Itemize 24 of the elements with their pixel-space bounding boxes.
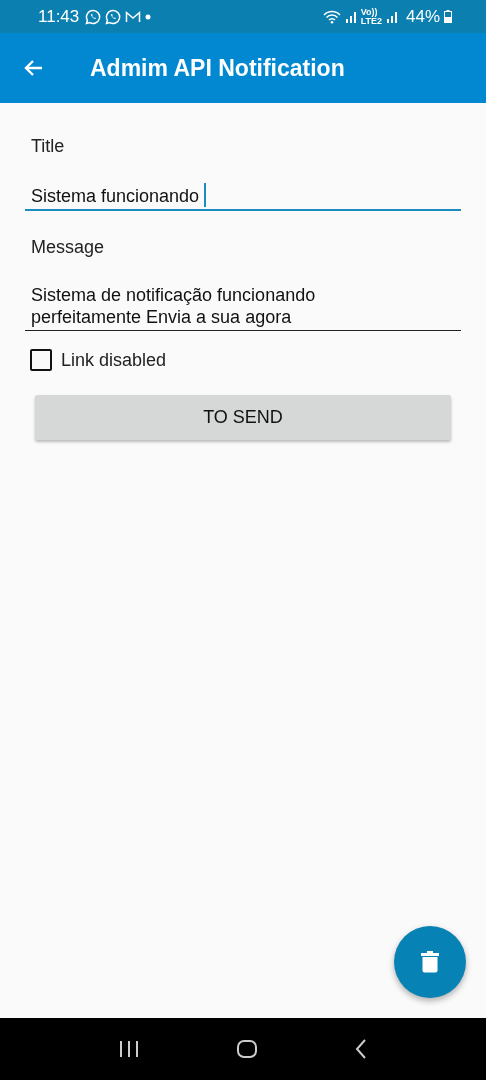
- status-time: 11:43: [38, 6, 80, 27]
- battery-level: 44%: [405, 6, 440, 27]
- signal-icon: [344, 10, 357, 23]
- field-label: Title: [30, 136, 66, 157]
- chat-icon: [85, 8, 102, 25]
- app-title: Admim API Notification: [90, 54, 345, 82]
- chat-icon: [105, 8, 122, 25]
- mail-icon: [125, 9, 142, 24]
- volte-indicator: Vo)) LTE2: [360, 7, 382, 26]
- home-icon[interactable]: [236, 1038, 258, 1060]
- input-field[interactable]: Sistema funcionando: [25, 183, 461, 211]
- checkbox[interactable]: [30, 349, 52, 371]
- trash-icon: [421, 951, 439, 973]
- send-button[interactable]: TO SEND: [35, 395, 451, 440]
- link-checkbox[interactable]: Link disabled: [25, 349, 461, 371]
- recent-apps-icon[interactable]: [118, 1039, 140, 1059]
- field-label: Message: [30, 237, 106, 258]
- back-icon[interactable]: [354, 1038, 368, 1060]
- input-field[interactable]: Sistema de notificação funcionando perfeitamente Envia a sua agora: [25, 284, 461, 331]
- battery-icon: [444, 10, 452, 23]
- wifi-icon: [322, 9, 341, 24]
- signal-icon: [385, 10, 398, 23]
- delete-button[interactable]: [394, 926, 466, 998]
- dot-icon: [145, 13, 152, 20]
